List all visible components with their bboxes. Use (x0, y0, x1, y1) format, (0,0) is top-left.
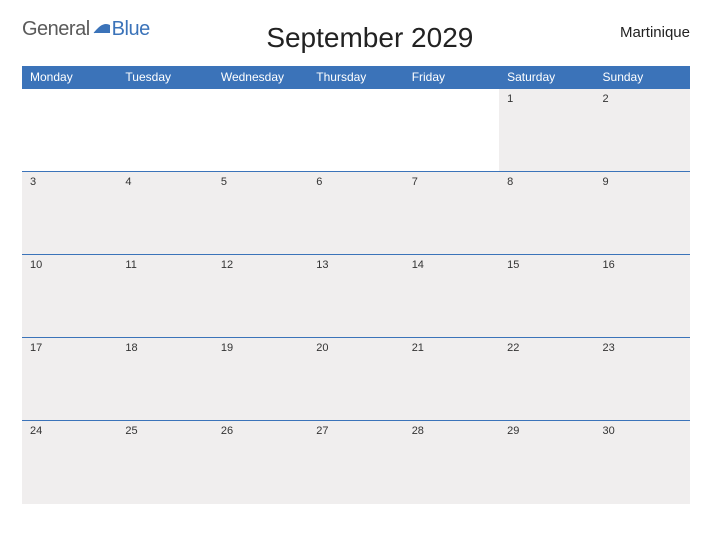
calendar-day: 12 (213, 255, 308, 338)
day-number: 6 (316, 176, 395, 188)
day-number: 22 (507, 342, 586, 354)
day-number: 9 (603, 176, 682, 188)
calendar-day-blank (213, 89, 308, 172)
day-number: 24 (30, 425, 109, 437)
day-number: 8 (507, 176, 586, 188)
calendar-day: 30 (595, 421, 690, 504)
calendar-day: 18 (117, 338, 212, 421)
calendar-day-blank (404, 89, 499, 172)
day-header: Sunday (595, 66, 690, 89)
calendar-header: General Blue September 2029 Martinique (22, 18, 690, 54)
day-number: 27 (316, 425, 395, 437)
day-number: 11 (125, 259, 204, 271)
calendar-day: 16 (595, 255, 690, 338)
calendar-day-blank (22, 89, 117, 172)
day-number: 7 (412, 176, 491, 188)
day-header-row: Monday Tuesday Wednesday Thursday Friday… (22, 66, 690, 89)
calendar-day: 20 (308, 338, 403, 421)
day-number: 3 (30, 176, 109, 188)
calendar-day-blank (308, 89, 403, 172)
calendar-week-row: 3 4 5 6 7 8 9 (22, 172, 690, 255)
calendar-week-row: 24 25 26 27 28 29 30 (22, 421, 690, 504)
calendar-day: 2 (595, 89, 690, 172)
logo-text-blue: Blue (112, 18, 150, 41)
calendar-title: September 2029 (150, 22, 590, 54)
day-header: Friday (404, 66, 499, 89)
day-number: 13 (316, 259, 395, 271)
day-number: 18 (125, 342, 204, 354)
day-number: 12 (221, 259, 300, 271)
day-number: 19 (221, 342, 300, 354)
calendar-day: 29 (499, 421, 594, 504)
calendar-day: 5 (213, 172, 308, 255)
day-header: Wednesday (213, 66, 308, 89)
calendar-day: 10 (22, 255, 117, 338)
calendar-week-row: 10 11 12 13 14 15 16 (22, 255, 690, 338)
day-number: 17 (30, 342, 109, 354)
day-number: 25 (125, 425, 204, 437)
calendar-day: 19 (213, 338, 308, 421)
region-label: Martinique (590, 24, 690, 41)
calendar-day: 25 (117, 421, 212, 504)
brand-logo: General Blue (22, 18, 150, 41)
calendar-day: 8 (499, 172, 594, 255)
day-header: Thursday (308, 66, 403, 89)
day-number: 16 (603, 259, 682, 271)
calendar-day: 13 (308, 255, 403, 338)
calendar-grid: Monday Tuesday Wednesday Thursday Friday… (22, 66, 690, 504)
calendar-week-row: 17 18 19 20 21 22 23 (22, 338, 690, 421)
day-number: 28 (412, 425, 491, 437)
day-number: 4 (125, 176, 204, 188)
calendar-day: 9 (595, 172, 690, 255)
calendar-day: 26 (213, 421, 308, 504)
day-number: 14 (412, 259, 491, 271)
calendar-day: 22 (499, 338, 594, 421)
calendar-day-blank (117, 89, 212, 172)
calendar-day: 24 (22, 421, 117, 504)
calendar-day: 15 (499, 255, 594, 338)
day-number: 20 (316, 342, 395, 354)
calendar-day: 11 (117, 255, 212, 338)
calendar-day: 6 (308, 172, 403, 255)
day-number: 29 (507, 425, 586, 437)
calendar-week-row: 1 2 (22, 89, 690, 172)
day-number: 23 (603, 342, 682, 354)
day-number: 21 (412, 342, 491, 354)
day-number: 30 (603, 425, 682, 437)
calendar-day: 14 (404, 255, 499, 338)
day-number: 26 (221, 425, 300, 437)
calendar-day: 4 (117, 172, 212, 255)
day-number: 10 (30, 259, 109, 271)
day-header: Tuesday (117, 66, 212, 89)
logo-text-general: General (22, 18, 90, 41)
calendar-day: 1 (499, 89, 594, 172)
calendar-day: 17 (22, 338, 117, 421)
day-number: 15 (507, 259, 586, 271)
day-header: Saturday (499, 66, 594, 89)
calendar-day: 3 (22, 172, 117, 255)
calendar-day: 23 (595, 338, 690, 421)
logo-swoosh-icon (93, 18, 111, 41)
calendar-day: 21 (404, 338, 499, 421)
calendar-day: 28 (404, 421, 499, 504)
calendar-day: 7 (404, 172, 499, 255)
day-number: 1 (507, 93, 586, 105)
day-number: 5 (221, 176, 300, 188)
calendar-day: 27 (308, 421, 403, 504)
day-number: 2 (603, 93, 682, 105)
day-header: Monday (22, 66, 117, 89)
